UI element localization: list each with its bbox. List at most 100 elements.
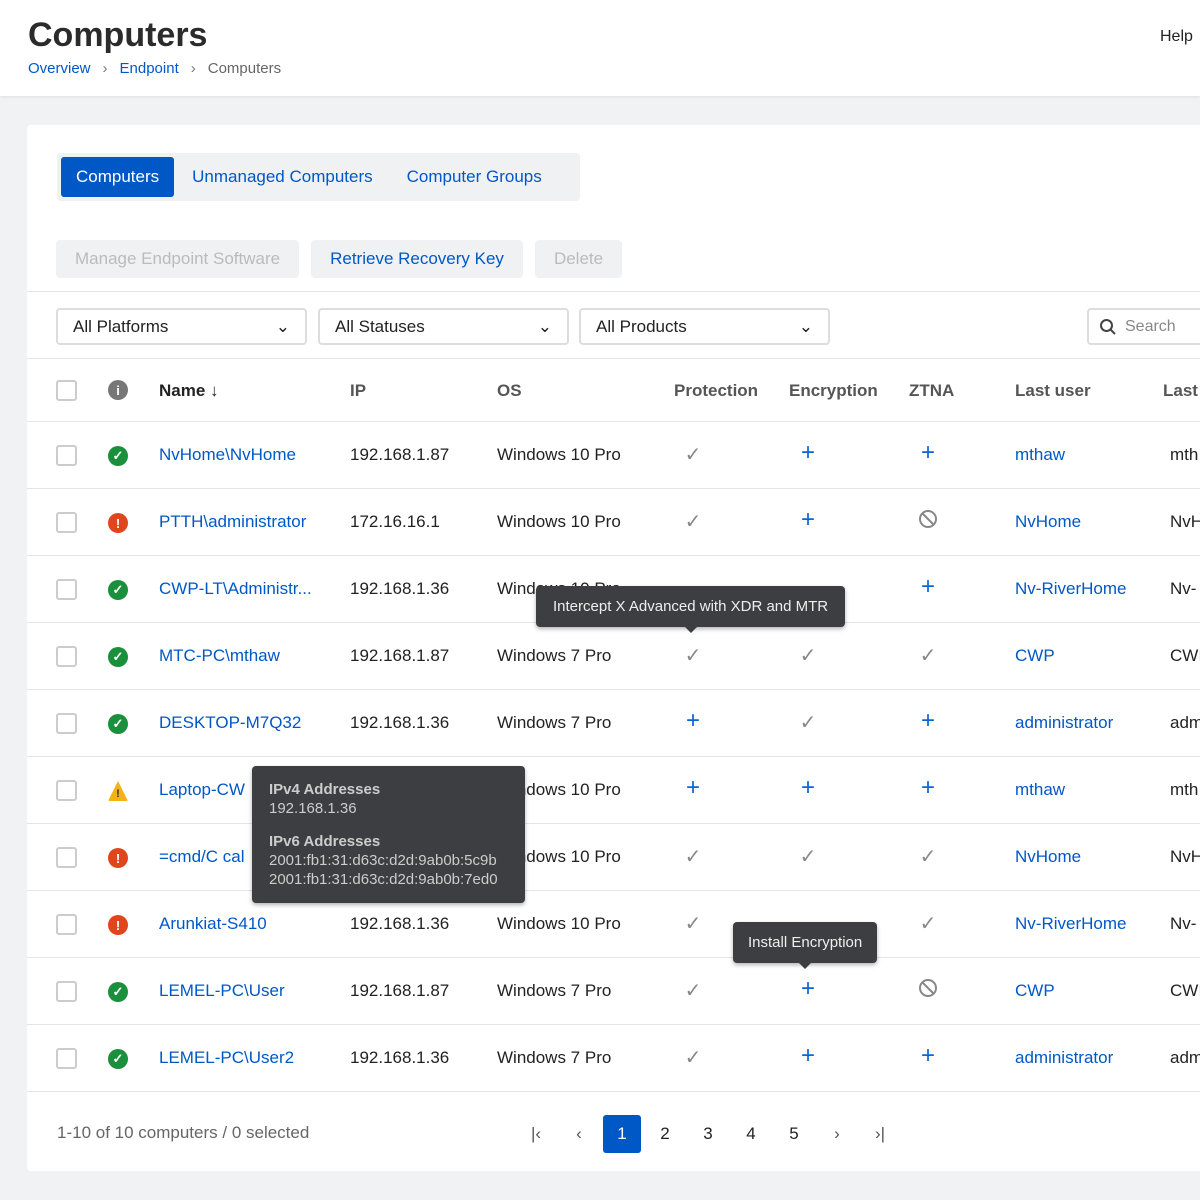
ztna-plus-icon[interactable]: + xyxy=(916,774,940,802)
column-ip[interactable]: IP xyxy=(350,381,366,401)
tab-computer-groups[interactable]: Computer Groups xyxy=(391,157,558,197)
last-user-link[interactable]: mthaw xyxy=(1015,780,1065,800)
search-input[interactable]: Search xyxy=(1087,308,1200,345)
table-row[interactable]: ! Arunkiat-S410 192.168.1.36 Windows 10 … xyxy=(27,891,1200,958)
row-checkbox[interactable] xyxy=(56,981,77,1002)
next-page-icon[interactable]: › xyxy=(818,1115,856,1153)
breadcrumb-endpoint[interactable]: Endpoint xyxy=(120,60,179,77)
table-row[interactable]: ! PTTH\administrator 172.16.16.1 Windows… xyxy=(27,489,1200,556)
table-row[interactable]: ✓ NvHome\NvHome 192.168.1.87 Windows 10 … xyxy=(27,422,1200,489)
breadcrumb-overview[interactable]: Overview xyxy=(28,60,91,77)
table-row[interactable]: ! =cmd/C cal Windows 10 Pro ✓ ✓ ✓ NvHome N… xyxy=(27,824,1200,891)
protection-plus-icon[interactable]: + xyxy=(681,774,705,802)
page-2[interactable]: 2 xyxy=(646,1115,684,1153)
row-checkbox[interactable] xyxy=(56,512,77,533)
delete-button[interactable]: Delete xyxy=(534,240,623,278)
computer-name-link[interactable]: MTC-PC\mthaw xyxy=(159,646,280,666)
previous-page-icon[interactable]: ‹ xyxy=(560,1115,598,1153)
row-checkbox[interactable] xyxy=(56,579,77,600)
column-name[interactable]: Name ↓ xyxy=(159,381,219,401)
help-link[interactable]: Help xyxy=(1160,28,1193,46)
status-error-icon: ! xyxy=(108,915,128,935)
ztna-plus-icon[interactable]: + xyxy=(916,1042,940,1070)
ip-address[interactable]: 192.168.1.36 xyxy=(350,914,449,934)
select-all-checkbox[interactable] xyxy=(56,380,77,401)
action-bar: Manage Endpoint Software Retrieve Recove… xyxy=(56,240,623,278)
ztna-plus-icon[interactable]: + xyxy=(916,707,940,735)
ztna-blocked-icon xyxy=(916,978,940,1004)
row-checkbox[interactable] xyxy=(56,1048,77,1069)
tab-unmanaged-computers[interactable]: Unmanaged Computers xyxy=(176,157,388,197)
row-checkbox[interactable] xyxy=(56,713,77,734)
column-encryption[interactable]: Encryption xyxy=(789,381,878,401)
last-user-link[interactable]: CWP xyxy=(1015,981,1055,1001)
encryption-plus-icon[interactable]: + xyxy=(796,774,820,802)
computer-name-link[interactable]: Arunkiat-S410 xyxy=(159,914,267,934)
last-user-link[interactable]: Nv-RiverHome xyxy=(1015,914,1126,934)
column-last[interactable]: Last xyxy=(1163,381,1198,401)
last-cell: adm xyxy=(1170,713,1200,732)
ip-address[interactable]: 192.168.1.87 xyxy=(350,646,449,666)
encryption-plus-icon[interactable]: + xyxy=(796,1042,820,1070)
computer-name-link[interactable]: =cmd/C cal xyxy=(159,847,245,867)
computer-name-link[interactable]: Laptop-CW xyxy=(159,780,245,800)
computer-name-link[interactable]: LEMEL-PC\User xyxy=(159,981,285,1001)
column-os[interactable]: OS xyxy=(497,381,522,401)
protection-plus-icon[interactable]: + xyxy=(681,707,705,735)
last-user-link[interactable]: CWP xyxy=(1015,646,1055,666)
row-checkbox[interactable] xyxy=(56,780,77,801)
retrieve-recovery-key-button[interactable]: Retrieve Recovery Key xyxy=(311,240,523,278)
table-row[interactable]: ✓ LEMEL-PC\User 192.168.1.87 Windows 7 P… xyxy=(27,958,1200,1025)
row-checkbox[interactable] xyxy=(56,646,77,667)
search-icon xyxy=(1100,318,1116,335)
ip-address[interactable]: 192.168.1.36 xyxy=(350,1048,449,1068)
page-5[interactable]: 5 xyxy=(775,1115,813,1153)
manage-endpoint-software-button[interactable]: Manage Endpoint Software xyxy=(56,240,300,278)
column-ztna[interactable]: ZTNA xyxy=(909,381,954,401)
column-last-user[interactable]: Last user xyxy=(1015,381,1091,401)
last-cell: mth xyxy=(1170,780,1199,799)
table-row[interactable]: ! Laptop-CW Windows 10 Pro + + + mthaw mth xyxy=(27,757,1200,824)
column-protection[interactable]: Protection xyxy=(674,381,758,401)
computer-name-link[interactable]: NvHome\NvHome xyxy=(159,445,296,465)
computer-name-link[interactable]: LEMEL-PC\User2 xyxy=(159,1048,294,1068)
row-checkbox[interactable] xyxy=(56,445,77,466)
table-row[interactable]: ✓ LEMEL-PC\User2 192.168.1.36 Windows 7 … xyxy=(27,1025,1200,1092)
ip-address[interactable]: 192.168.1.87 xyxy=(350,981,449,1001)
computer-name-link[interactable]: CWP-LT\Administr... xyxy=(159,579,312,599)
ztna-check-icon: ✓ xyxy=(919,846,937,868)
last-user-link[interactable]: administrator xyxy=(1015,1048,1113,1068)
encryption-plus-icon[interactable]: + xyxy=(796,506,820,534)
ztna-plus-icon[interactable]: + xyxy=(916,439,940,467)
last-user-link[interactable]: Nv-RiverHome xyxy=(1015,579,1126,599)
last-user-link[interactable]: administrator xyxy=(1015,713,1113,733)
row-checkbox[interactable] xyxy=(56,847,77,868)
page-1[interactable]: 1 xyxy=(603,1115,641,1153)
page-3[interactable]: 3 xyxy=(689,1115,727,1153)
status-warning-icon: ! xyxy=(108,781,128,801)
last-user-link[interactable]: NvHome xyxy=(1015,847,1081,867)
ip-address[interactable]: 192.168.1.87 xyxy=(350,445,449,465)
platform-filter[interactable]: All Platforms ⌄ xyxy=(56,308,307,345)
encryption-plus-icon[interactable]: + xyxy=(796,439,820,467)
computer-name-link[interactable]: PTTH\administrator xyxy=(159,512,306,532)
last-user-link[interactable]: NvHome xyxy=(1015,512,1081,532)
tab-computers[interactable]: Computers xyxy=(61,157,175,197)
computer-name-link[interactable]: DESKTOP-M7Q32 xyxy=(159,713,301,733)
last-cell: CWI xyxy=(1170,981,1200,1000)
ip-address[interactable]: 192.168.1.36 xyxy=(350,713,449,733)
row-checkbox[interactable] xyxy=(56,914,77,935)
ip-address[interactable]: 172.16.16.1 xyxy=(350,512,440,532)
first-page-icon[interactable]: |‹ xyxy=(517,1115,555,1153)
ztna-plus-icon[interactable]: + xyxy=(916,573,940,601)
status-filter[interactable]: All Statuses ⌄ xyxy=(318,308,569,345)
page-4[interactable]: 4 xyxy=(732,1115,770,1153)
table-row[interactable]: ✓ MTC-PC\mthaw 192.168.1.87 Windows 7 Pr… xyxy=(27,623,1200,690)
encryption-plus-icon[interactable]: + xyxy=(796,975,820,1003)
last-page-icon[interactable]: ›| xyxy=(861,1115,899,1153)
product-filter[interactable]: All Products ⌄ xyxy=(579,308,830,345)
table-row[interactable]: ✓ DESKTOP-M7Q32 192.168.1.36 Windows 7 P… xyxy=(27,690,1200,757)
ip-address[interactable]: 192.168.1.36 xyxy=(350,579,449,599)
encryption-check-icon: ✓ xyxy=(799,712,817,734)
last-user-link[interactable]: mthaw xyxy=(1015,445,1065,465)
